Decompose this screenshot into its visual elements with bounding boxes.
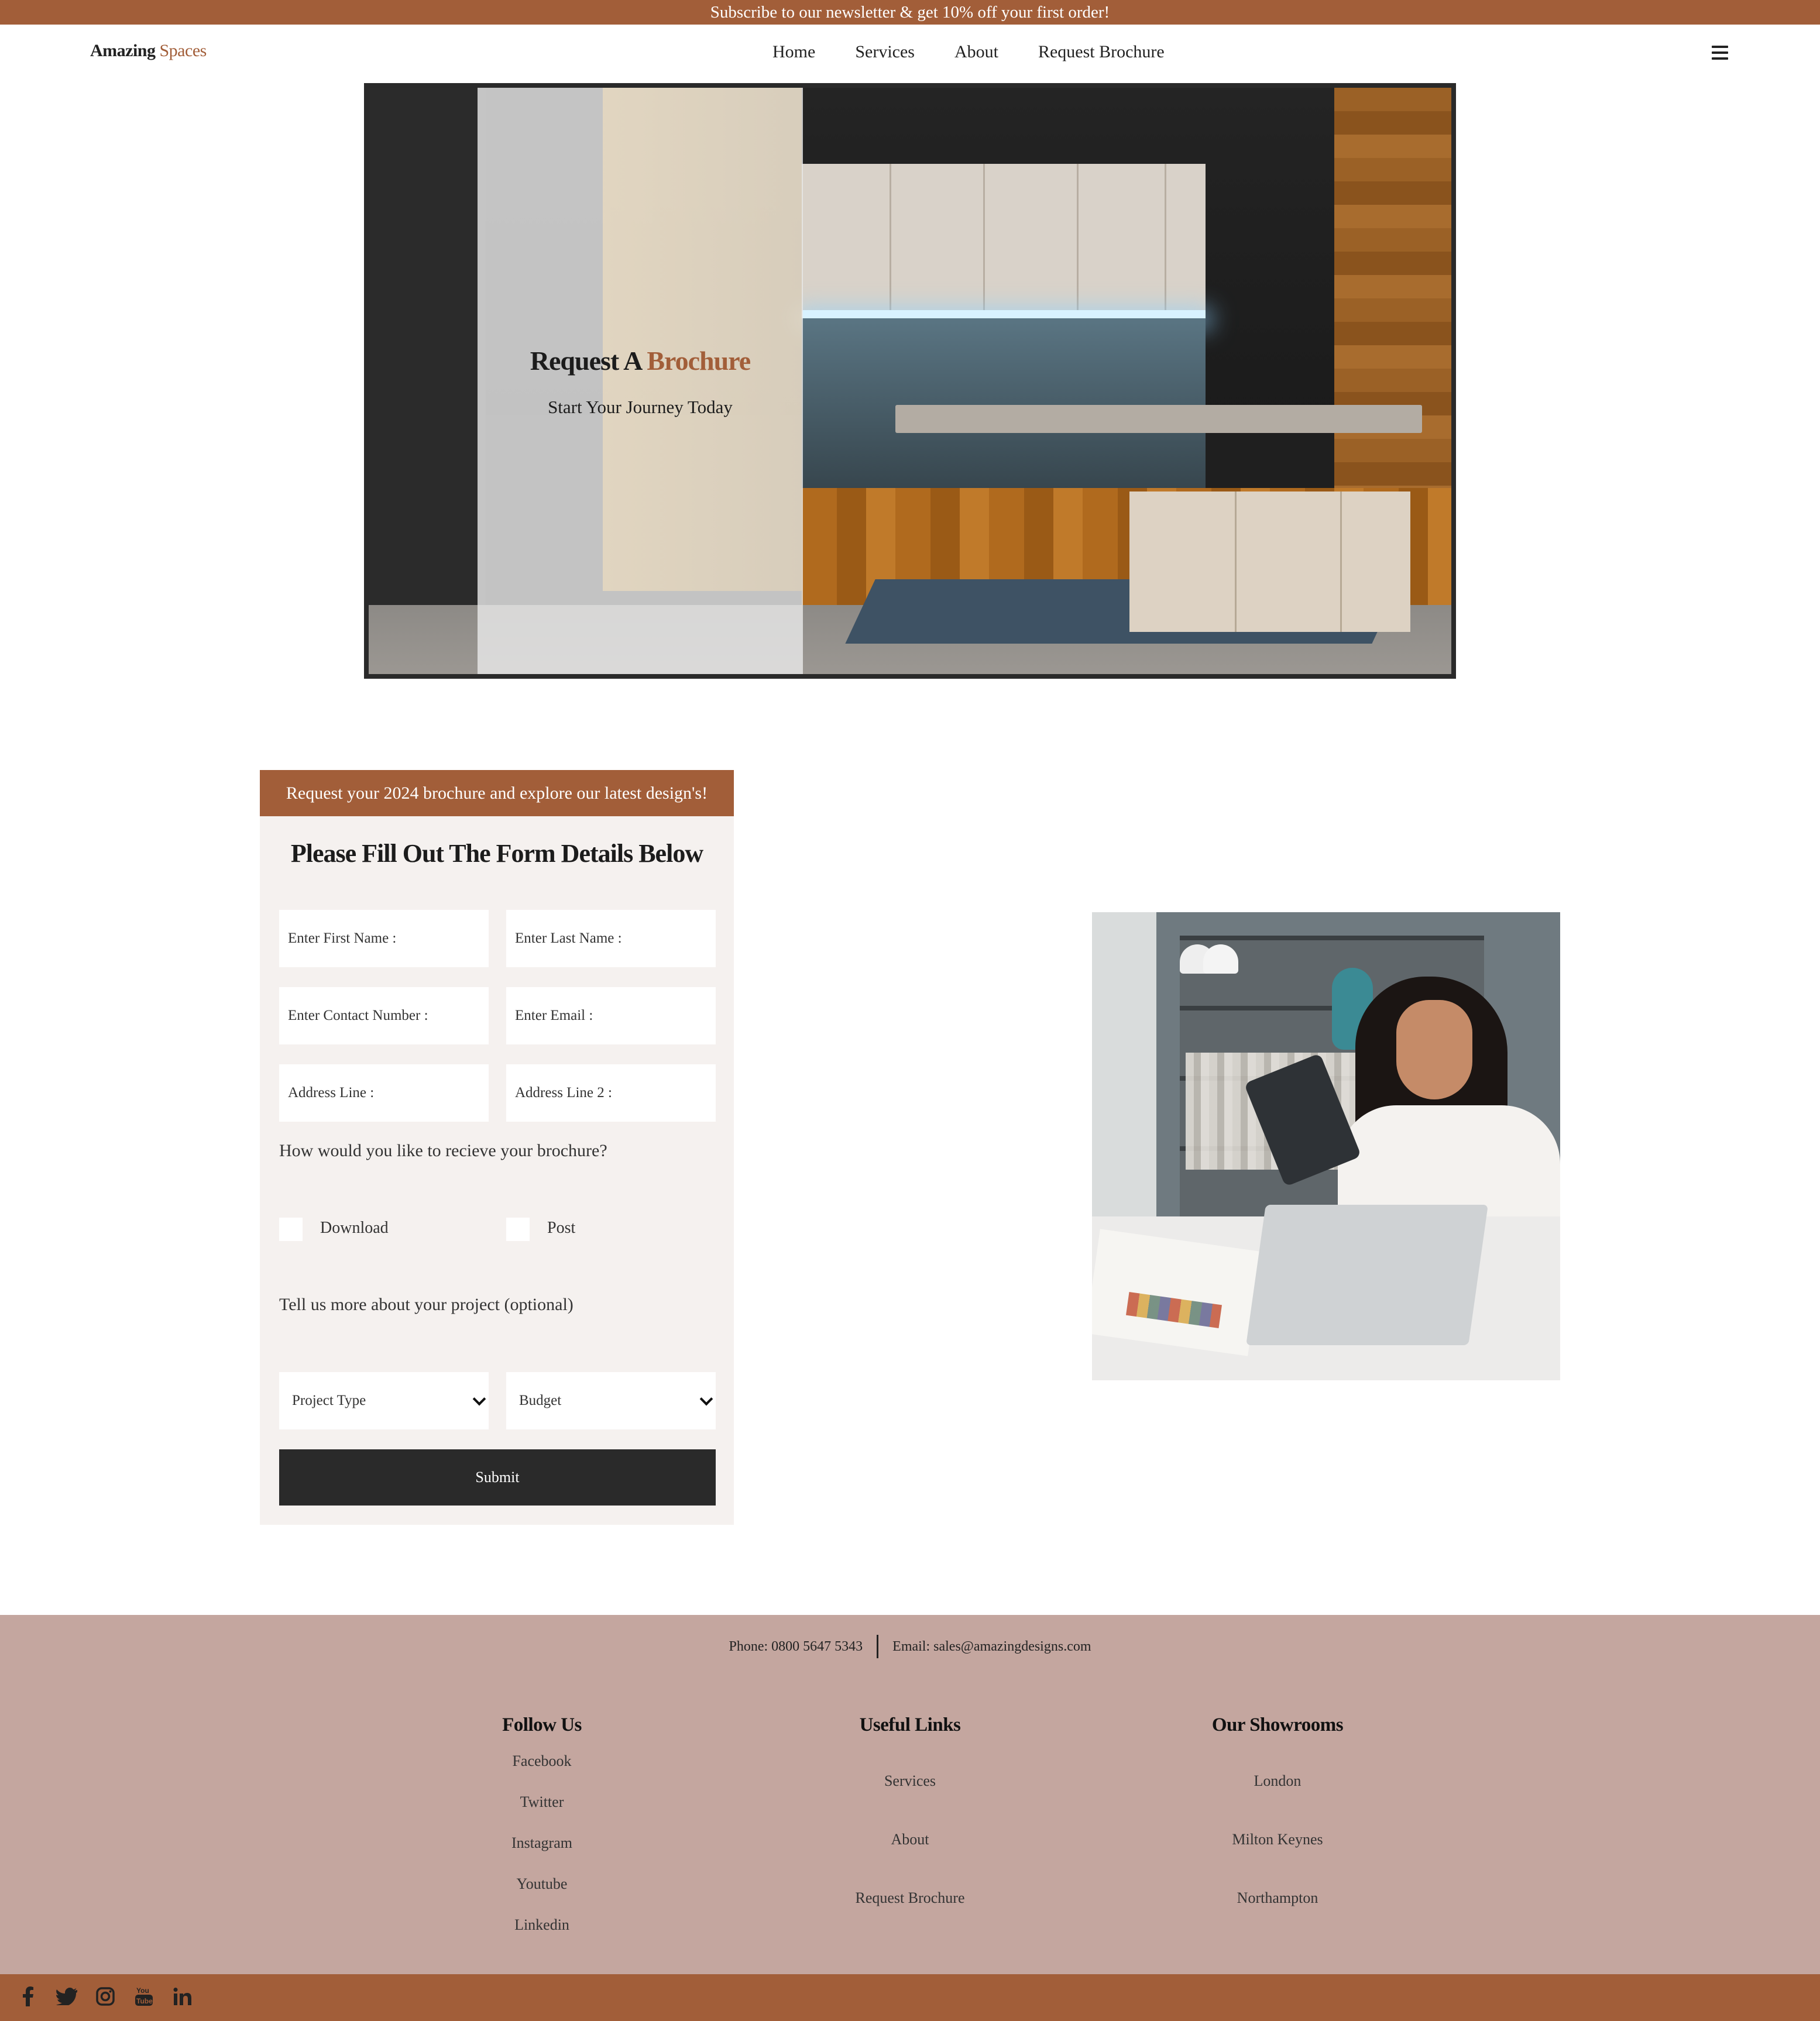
form-heading: Please Fill Out The Form Details Below (290, 839, 703, 868)
facebook-icon[interactable] (16, 1985, 40, 2008)
delivery-question: How would you like to recieve your broch… (279, 1141, 607, 1160)
newsletter-text: Subscribe to our newsletter & get 10% of… (710, 2, 1110, 22)
footer-link-twitter[interactable]: Twitter (425, 1793, 659, 1811)
post-checkbox[interactable] (506, 1218, 530, 1241)
linkedin-icon[interactable] (171, 1985, 194, 2008)
chevron-down-icon (699, 1392, 713, 1406)
hero-title: Request A Brochure (478, 345, 803, 376)
submit-button[interactable]: Submit (279, 1449, 716, 1506)
social-bar: You Tube (0, 1974, 1820, 2021)
footer-link-services[interactable]: Services (793, 1772, 1027, 1790)
chevron-down-icon (472, 1392, 486, 1406)
footer-email[interactable]: Email: sales@amazingdesigns.com (892, 1639, 1091, 1655)
main-nav: Home Services About Request Brochure (772, 42, 1165, 62)
twitter-icon[interactable] (55, 1985, 78, 2008)
site-logo[interactable]: Amazing Spaces (90, 41, 207, 61)
hero-banner: Request A Brochure Start Your Journey To… (364, 83, 1456, 679)
follow-us-title: Follow Us (502, 1714, 582, 1735)
hero-subtitle: Start Your Journey Today (548, 397, 733, 417)
footer-link-linkedin[interactable]: Linkedin (425, 1916, 659, 1934)
youtube-icon[interactable]: You Tube (132, 1985, 156, 2008)
showrooms-title: Our Showrooms (1211, 1714, 1344, 1735)
useful-links-title: Useful Links (859, 1714, 961, 1735)
newsletter-banner: Subscribe to our newsletter & get 10% of… (0, 0, 1820, 25)
footer-link-about[interactable]: About (793, 1831, 1027, 1848)
brochure-form: Request your 2024 brochure and explore o… (260, 770, 734, 1525)
email-field[interactable] (506, 987, 716, 1044)
project-type-value: Project Type (292, 1393, 366, 1408)
nav-about[interactable]: About (954, 42, 998, 62)
woman-with-tablet-image (1092, 912, 1560, 1380)
project-question: Tell us more about your project (optiona… (279, 1295, 574, 1314)
footer-link-instagram[interactable]: Instagram (425, 1834, 659, 1852)
footer-link-facebook[interactable]: Facebook (425, 1752, 659, 1770)
showroom-milton-keynes[interactable]: Milton Keynes (1160, 1831, 1395, 1848)
menu-icon[interactable] (1712, 46, 1728, 60)
footer-link-youtube[interactable]: Youtube (425, 1875, 659, 1893)
post-label: Post (547, 1219, 576, 1237)
svg-text:You: You (136, 1986, 149, 1995)
social-icons: You Tube (16, 1985, 194, 2008)
download-checkbox[interactable] (279, 1218, 303, 1241)
address-line-1-field[interactable] (279, 1064, 489, 1122)
budget-value: Budget (519, 1393, 562, 1408)
logo-main: Amazing (90, 41, 156, 60)
divider (877, 1635, 879, 1658)
form-banner: Request your 2024 brochure and explore o… (260, 770, 734, 816)
footer-phone: Phone: 0800 5647 5343 (729, 1638, 863, 1654)
project-type-select[interactable]: Project Type (279, 1372, 489, 1429)
footer-link-request-brochure[interactable]: Request Brochure (793, 1889, 1027, 1907)
site-footer: Phone: 0800 5647 5343 Email: sales@amazi… (0, 1615, 1820, 1974)
instagram-icon[interactable] (94, 1985, 117, 2008)
useful-links-column: Useful Links Services About Request Broc… (793, 1714, 1027, 1907)
follow-us-column: Follow Us Facebook Twitter Instagram You… (425, 1714, 659, 1934)
contact-number-field[interactable] (279, 987, 489, 1044)
contact-info: Phone: 0800 5647 5343 Email: sales@amazi… (0, 1635, 1820, 1658)
last-name-field[interactable] (506, 910, 716, 967)
budget-select[interactable]: Budget (506, 1372, 716, 1429)
svg-text:Tube: Tube (136, 1997, 153, 2005)
nav-request-brochure[interactable]: Request Brochure (1038, 42, 1165, 62)
hero-title-accent: Brochure (647, 346, 751, 376)
hero-title-main: Request A (530, 346, 641, 376)
address-line-2-field[interactable] (506, 1064, 716, 1122)
logo-accent: Spaces (159, 41, 207, 60)
download-label: Download (320, 1219, 389, 1237)
site-header: Amazing Spaces Home Services About Reque… (0, 25, 1820, 83)
first-name-field[interactable] (279, 910, 489, 967)
showroom-northampton[interactable]: Northampton (1160, 1889, 1395, 1907)
nav-services[interactable]: Services (855, 42, 915, 62)
showroom-london[interactable]: London (1160, 1772, 1395, 1790)
nav-home[interactable]: Home (772, 42, 815, 62)
showrooms-column: Our Showrooms London Milton Keynes North… (1160, 1714, 1395, 1907)
